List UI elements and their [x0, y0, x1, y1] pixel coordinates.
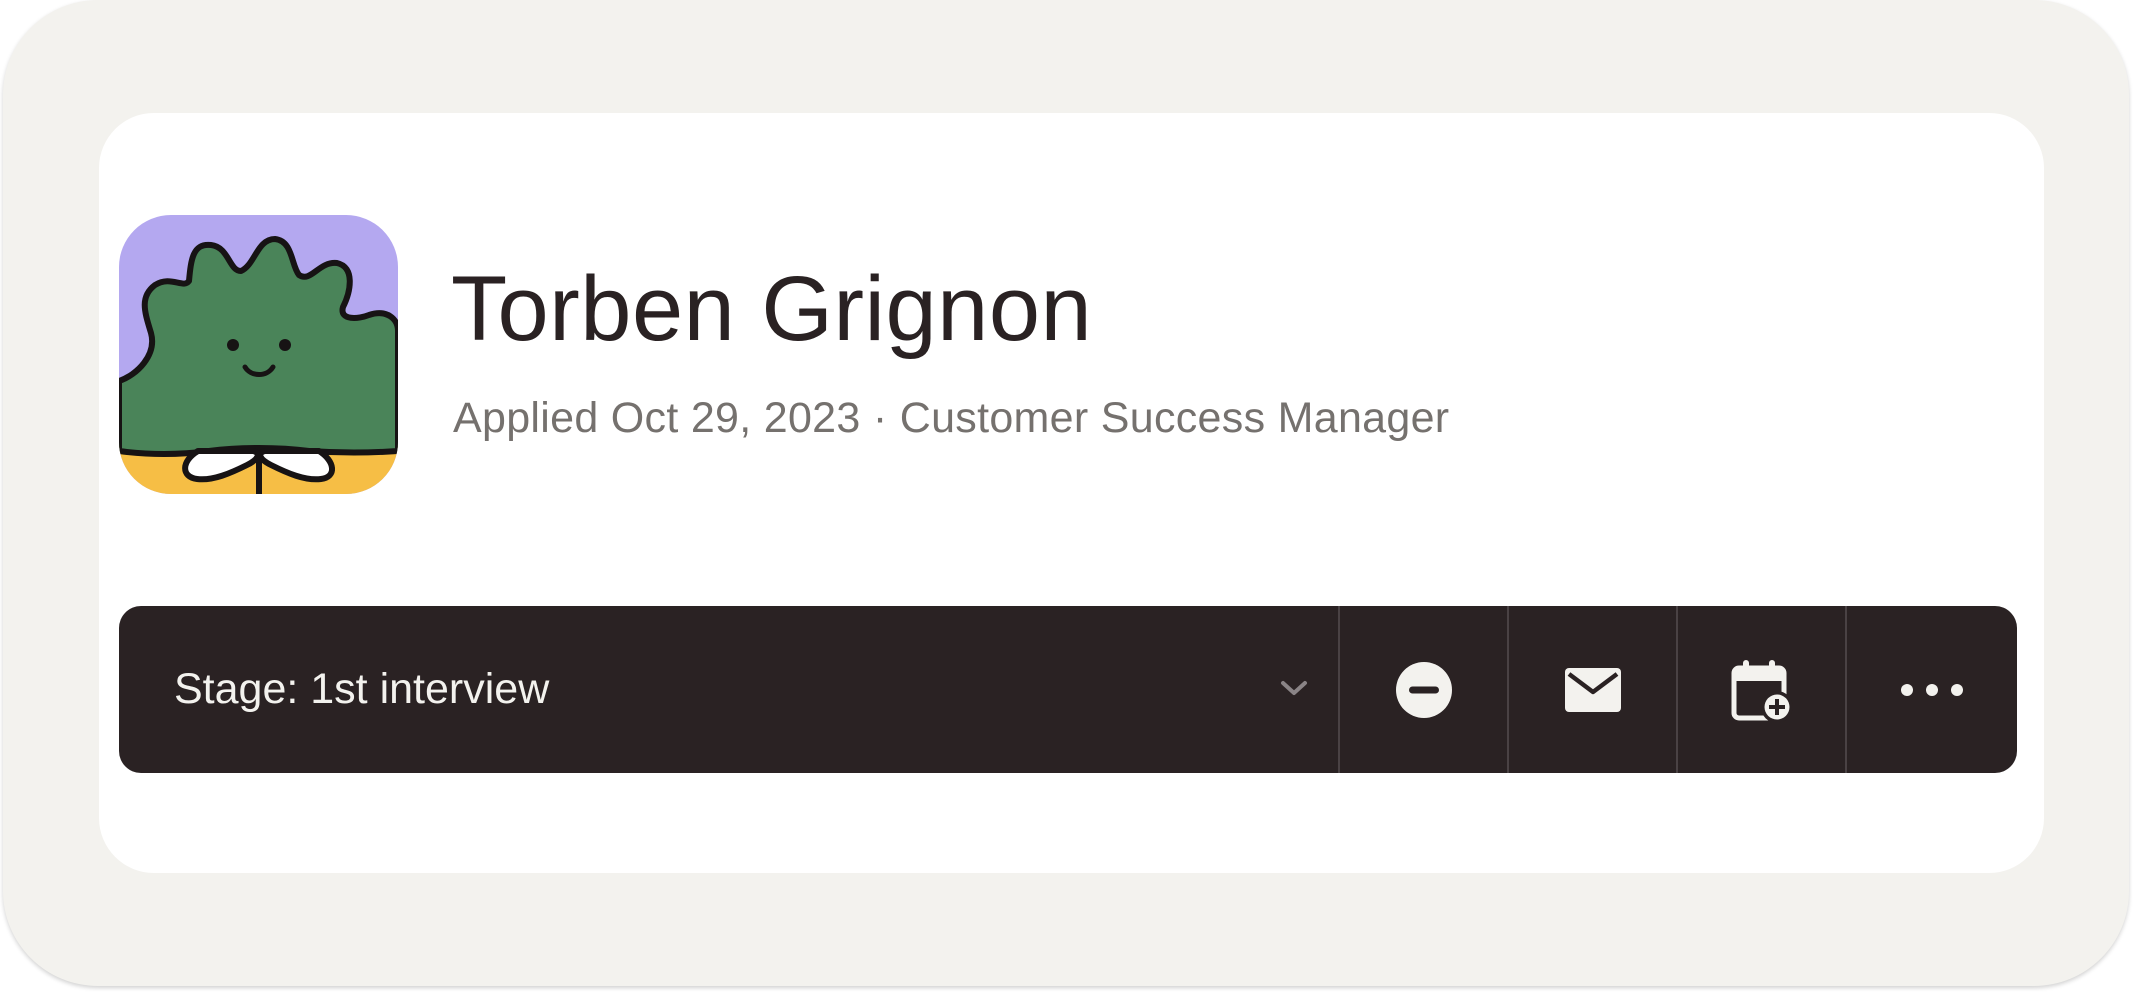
email-button[interactable] [1507, 606, 1676, 773]
stage-dropdown[interactable]: Stage: 1st interview [119, 606, 1338, 773]
mail-icon [1564, 667, 1621, 712]
more-horizontal-icon [1901, 683, 1963, 696]
candidate-name: Torben Grignon [451, 258, 1093, 360]
more-options-button[interactable] [1845, 606, 2017, 773]
candidate-action-bar: Stage: 1st interview [119, 606, 2017, 773]
stage-label: Stage: 1st interview [174, 665, 550, 713]
avatar [119, 215, 398, 494]
cartoon-plant-avatar-icon [119, 215, 398, 494]
chevron-down-icon [1281, 681, 1307, 695]
reject-button[interactable] [1338, 606, 1507, 773]
candidate-application-info: Applied Oct 29, 2023 · Customer Success … [453, 394, 1450, 442]
schedule-button[interactable] [1676, 606, 1845, 773]
minus-circle-icon [1395, 661, 1452, 718]
calendar-add-icon [1731, 659, 1793, 723]
